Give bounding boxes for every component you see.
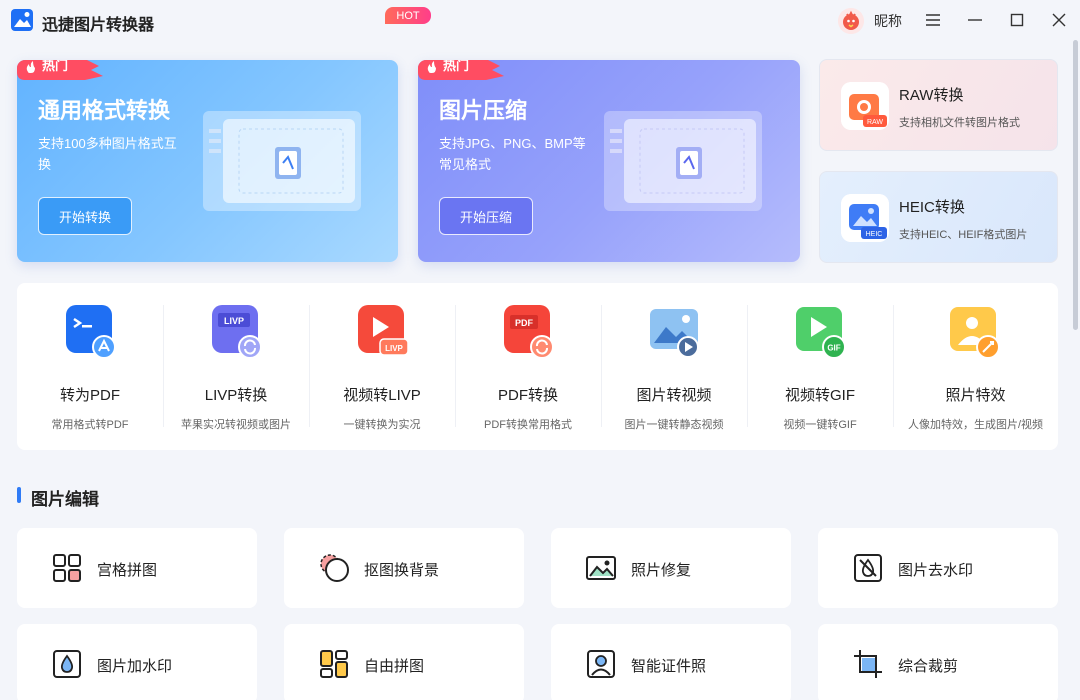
tool-desc: 苹果实况转视频或图片 — [181, 419, 291, 431]
hot-tag-text: 热门 — [443, 60, 470, 73]
edit-label: 自由拼图 — [364, 658, 425, 675]
image-compress-illustration-icon — [604, 111, 762, 211]
tool-name: 转为PDF — [59, 387, 120, 404]
edit-label: 图片去水印 — [898, 562, 974, 579]
minimize-icon[interactable] — [965, 10, 985, 30]
tool-desc: 视频一键转GIF — [783, 419, 857, 431]
add-watermark-icon — [53, 650, 81, 678]
tool-image-to-video[interactable]: 图片转视频 图片一键转静态视频 — [601, 283, 747, 450]
hero-desc: 支持100多种图片格式互换 — [38, 136, 177, 172]
edit-remove-watermark[interactable]: 图片去水印 — [818, 528, 1058, 608]
hero-card-format-convert[interactable]: 热门 通用格式转换 支持100多种图片格式互换 开始转换 — [17, 60, 398, 262]
tools-panel: 转为PDF 常用格式转PDF LIVP LIVP转换 苹果实况转视频或图片 LI… — [17, 283, 1058, 450]
side-card-desc: 支持HEIC、HEIF格式图片 — [899, 229, 1028, 241]
tool-name: 图片转视频 — [636, 387, 712, 404]
tool-name: 视频转LIVP — [343, 387, 421, 404]
edit-id-photo[interactable]: 智能证件照 — [551, 624, 791, 700]
start-compress-button[interactable]: 开始压缩 — [439, 197, 533, 235]
edit-cutout-background[interactable]: 抠图换背景 — [284, 528, 524, 608]
tool-desc: 图片一键转静态视频 — [624, 419, 724, 431]
gif-badge: GIF — [827, 344, 840, 353]
pdf-badge: PDF — [515, 318, 534, 328]
edit-label: 图片加水印 — [97, 658, 173, 675]
avatar[interactable] — [838, 8, 864, 34]
camera-raw-icon: RAW — [841, 82, 889, 130]
tool-video-to-livp[interactable]: LIVP 视频转LIVP 一键转换为实况 — [309, 283, 455, 450]
section-accent-bar — [17, 487, 21, 503]
app-title: 迅捷图片转换器 — [42, 17, 155, 34]
heic-image-icon: HEIC — [841, 194, 889, 242]
grid-collage-icon — [53, 554, 81, 582]
photo-repair-icon — [586, 556, 616, 580]
id-photo-icon — [587, 650, 615, 678]
hero-desc: 支持JPG、PNG、BMP等常见格式 — [439, 136, 586, 172]
raw-convert-card[interactable]: RAW RAW转换 支持相机文件转图片格式 — [819, 59, 1058, 151]
image-convert-illustration-icon — [203, 111, 361, 211]
tool-desc: 常用格式转PDF — [51, 419, 129, 431]
side-card-desc: 支持相机文件转图片格式 — [899, 117, 1020, 129]
video-to-gif-icon: GIF — [796, 307, 846, 359]
edit-label: 综合裁剪 — [898, 658, 959, 675]
tool-desc: PDF转换常用格式 — [484, 419, 572, 431]
tool-to-pdf[interactable]: 转为PDF 常用格式转PDF — [17, 283, 163, 450]
image-to-video-icon — [650, 309, 699, 358]
side-card-title: RAW转换 — [899, 87, 964, 104]
close-icon[interactable] — [1049, 10, 1069, 30]
edit-label: 照片修复 — [631, 562, 692, 579]
hero-title: 通用格式转换 — [38, 98, 171, 123]
title-bar: 迅捷图片转换器 昵称 — [0, 0, 1080, 40]
hot-tag-text: 热门 — [42, 60, 69, 73]
tool-desc: 一键转换为实况 — [343, 419, 421, 431]
pdf-convert-icon: PDF — [504, 305, 554, 359]
start-convert-button[interactable]: 开始转换 — [38, 197, 132, 235]
heic-badge: HEIC — [866, 231, 883, 238]
section-title: 图片编辑 — [31, 490, 99, 509]
scrollbar[interactable] — [1073, 40, 1078, 330]
edit-free-collage[interactable]: 自由拼图 — [284, 624, 524, 700]
raw-badge: RAW — [867, 119, 883, 126]
edit-crop[interactable]: 综合裁剪 — [818, 624, 1058, 700]
edit-photo-repair[interactable]: 照片修复 — [551, 528, 791, 608]
cutout-icon — [320, 554, 349, 582]
hot-badge: HOT — [385, 7, 431, 24]
photo-effects-icon — [950, 307, 1000, 359]
crop-icon — [854, 650, 882, 678]
side-card-title: HEIC转换 — [899, 199, 965, 216]
livp-convert-icon: LIVP — [212, 305, 262, 359]
edit-label: 智能证件照 — [631, 658, 707, 675]
menu-icon[interactable] — [923, 10, 943, 30]
edit-label: 抠图换背景 — [364, 562, 440, 579]
user-name[interactable]: 昵称 — [874, 11, 902, 31]
tool-photo-effects[interactable]: 照片特效 人像加特效，生成图片/视频 — [893, 283, 1058, 450]
heic-convert-card[interactable]: HEIC HEIC转换 支持HEIC、HEIF格式图片 — [819, 171, 1058, 263]
to-pdf-icon — [66, 305, 116, 359]
remove-watermark-icon — [854, 554, 882, 582]
edit-label: 宫格拼图 — [97, 562, 158, 579]
video-to-livp-icon: LIVP — [358, 305, 409, 356]
livp-badge: LIVP — [385, 344, 403, 353]
free-collage-icon — [320, 650, 348, 678]
edit-grid-collage[interactable]: 宫格拼图 — [17, 528, 257, 608]
tool-name: 视频转GIF — [785, 387, 855, 404]
tool-desc: 人像加特效，生成图片/视频 — [907, 419, 1044, 431]
tool-video-to-gif[interactable]: GIF 视频转GIF 视频一键转GIF — [747, 283, 893, 450]
tool-name: 照片特效 — [945, 387, 1006, 404]
hero-card-compress[interactable]: 热门 图片压缩 支持JPG、PNG、BMP等常见格式 开始压缩 — [418, 60, 800, 262]
hero-title: 图片压缩 — [439, 98, 528, 123]
tool-name: PDF转换 — [497, 387, 558, 404]
tool-name: LIVP转换 — [204, 387, 268, 404]
tool-livp-convert[interactable]: LIVP LIVP转换 苹果实况转视频或图片 — [163, 283, 309, 450]
edit-add-watermark[interactable]: 图片加水印 — [17, 624, 257, 700]
app-logo-icon — [11, 9, 33, 31]
livp-badge: LIVP — [224, 316, 244, 326]
tool-pdf-convert[interactable]: PDF PDF转换 PDF转换常用格式 — [455, 283, 601, 450]
maximize-icon[interactable] — [1007, 10, 1027, 30]
